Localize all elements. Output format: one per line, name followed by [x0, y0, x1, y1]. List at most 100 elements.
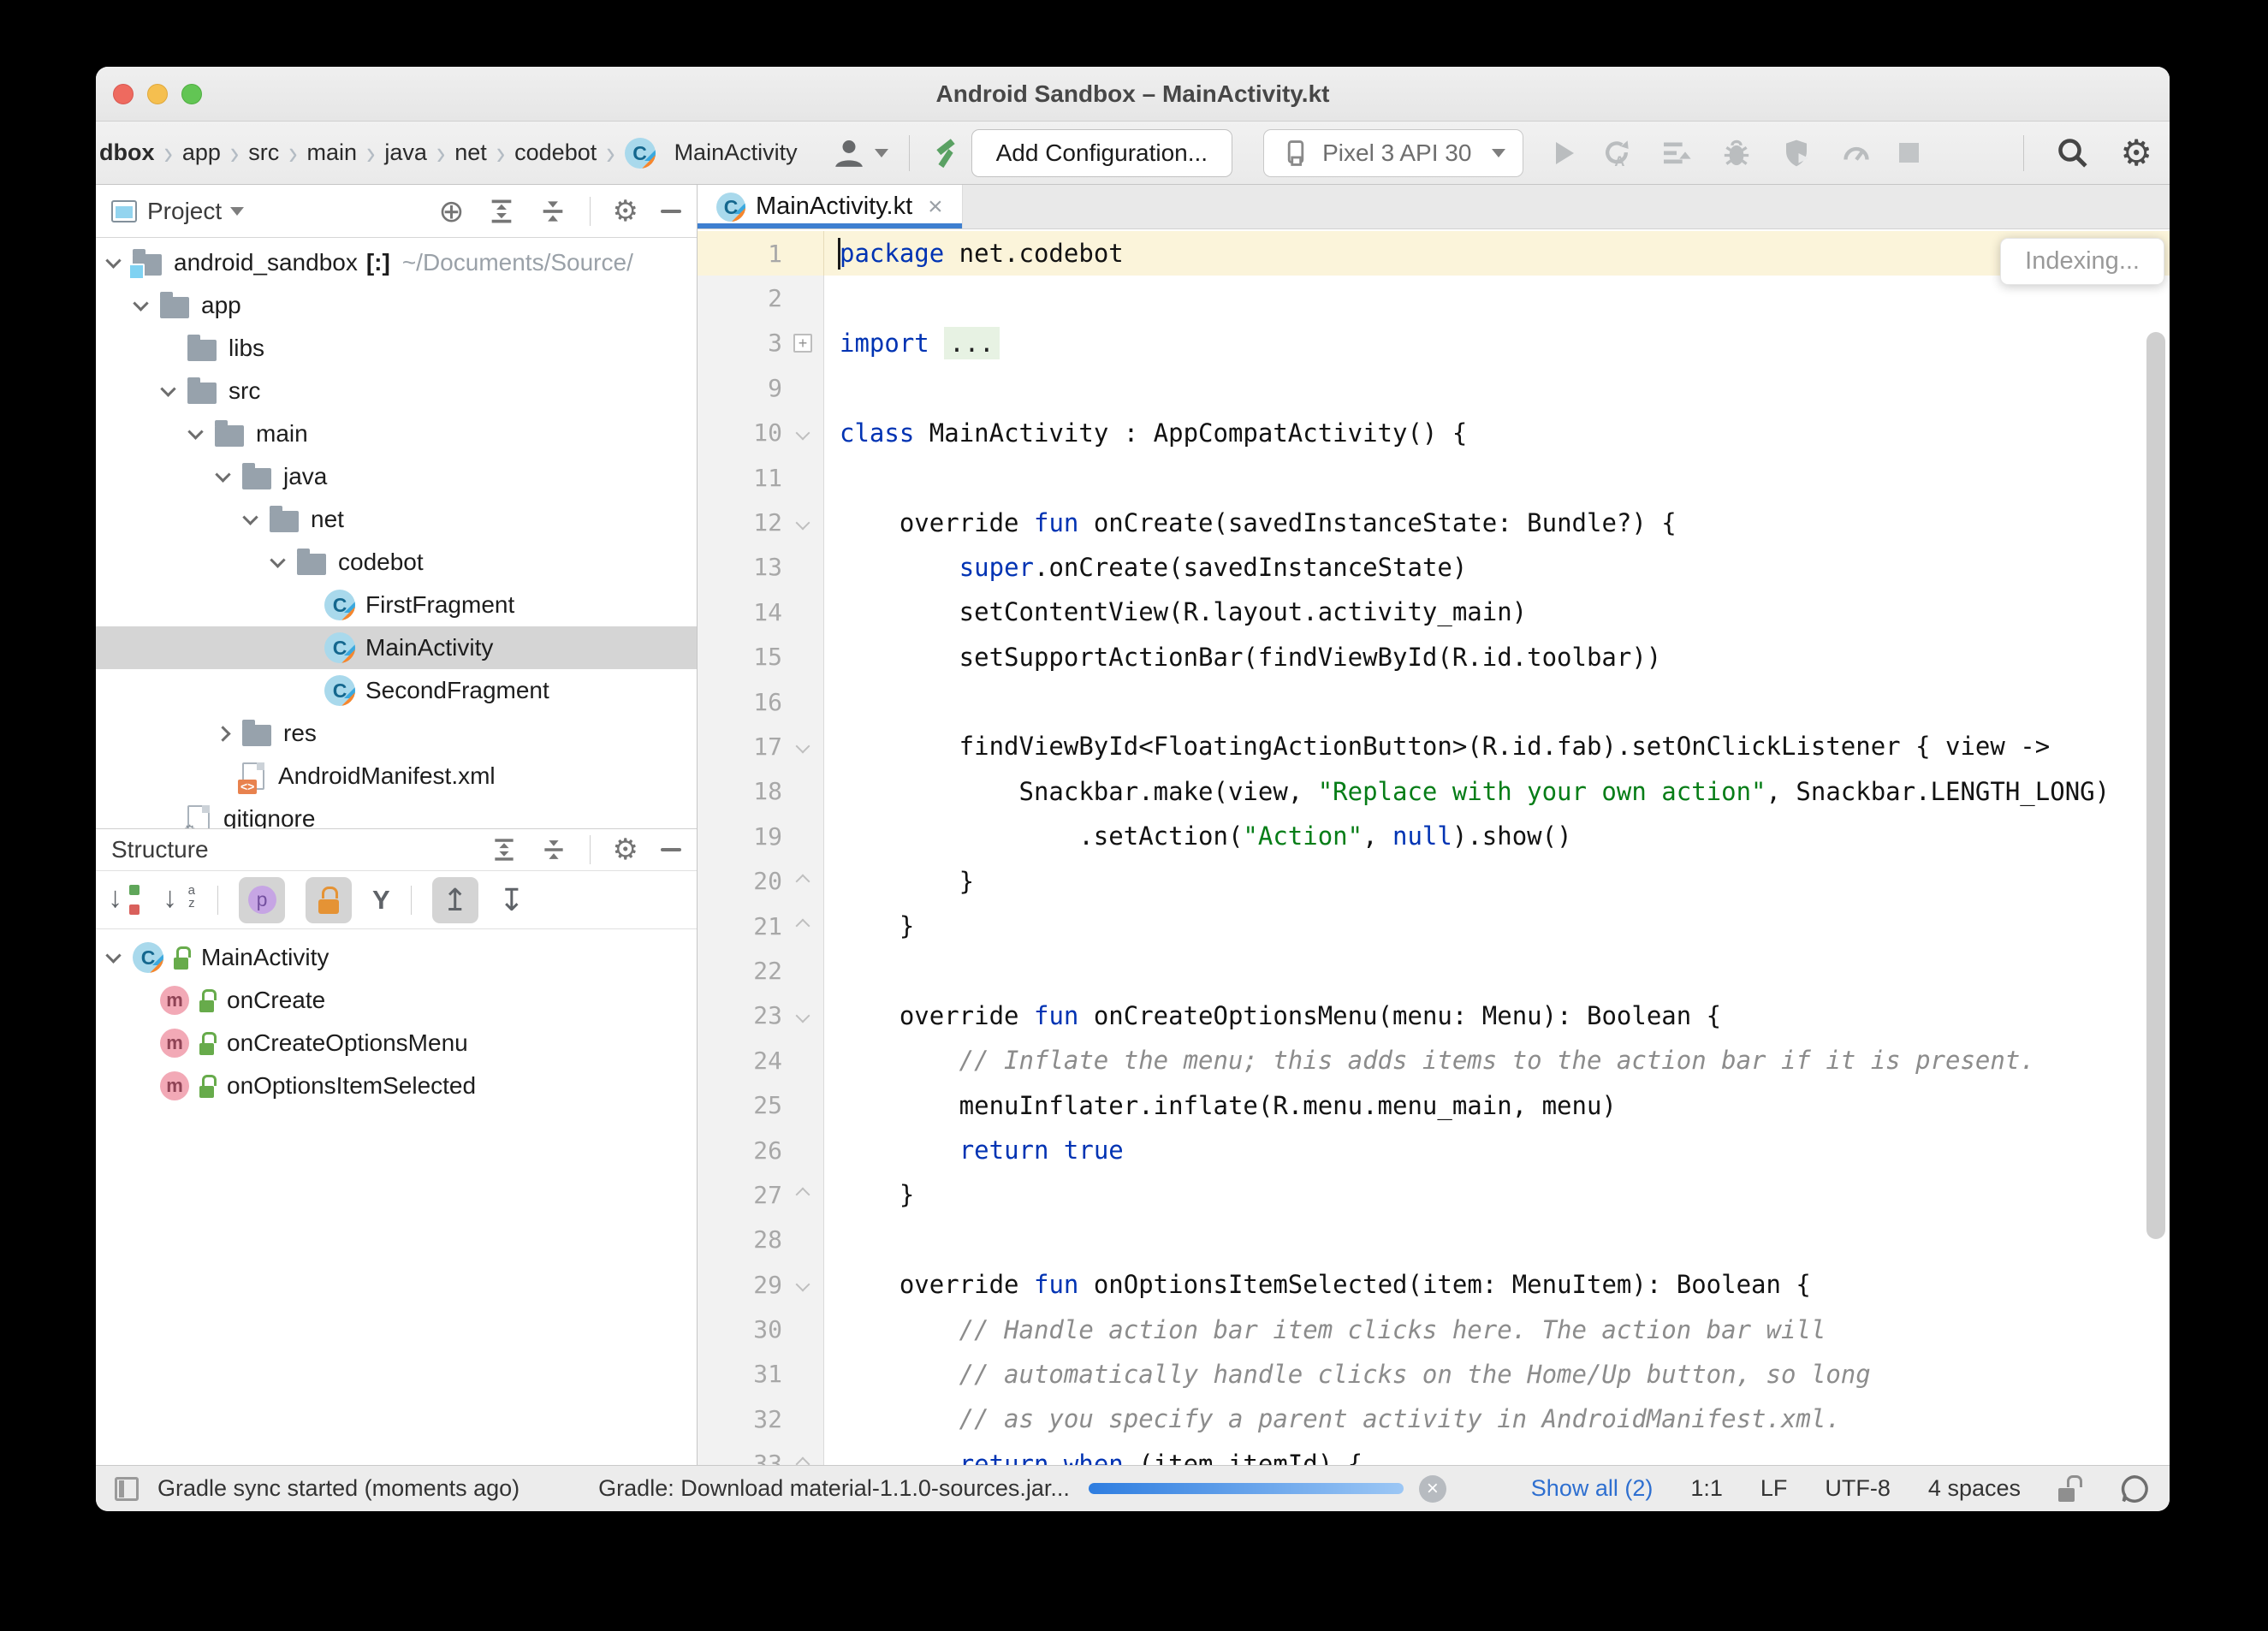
- project-item-app[interactable]: app: [96, 284, 697, 327]
- editor-scrollbar[interactable]: [2146, 332, 2165, 1239]
- project-item-libs[interactable]: libs: [96, 327, 697, 370]
- fold-plus-icon[interactable]: +: [793, 334, 812, 353]
- code-text[interactable]: [824, 365, 2170, 410]
- expand-all-icon[interactable]: [487, 197, 516, 226]
- code-text[interactable]: // as you specify a parent activity in A…: [824, 1397, 2170, 1441]
- code-text[interactable]: return when (item.itemId) {: [824, 1442, 2170, 1465]
- code-text[interactable]: }: [824, 858, 2170, 903]
- chevron-down-icon[interactable]: [105, 947, 121, 963]
- hammer-icon[interactable]: [930, 135, 966, 171]
- code-text[interactable]: return true: [824, 1128, 2170, 1172]
- apply-changes-icon[interactable]: [1659, 136, 1694, 170]
- indent-widget[interactable]: 4 spaces: [1928, 1475, 2021, 1502]
- code-text[interactable]: [824, 276, 2170, 320]
- rerun-icon[interactable]: A: [1600, 136, 1634, 170]
- chevron-down-icon[interactable]: [215, 466, 230, 482]
- fold-up-icon[interactable]: [796, 1188, 810, 1202]
- code-text[interactable]: package net.codebot: [824, 231, 2170, 276]
- breadcrumb-item-dbox[interactable]: dbox: [99, 139, 155, 166]
- expand-all-icon[interactable]: [490, 836, 518, 863]
- code-text[interactable]: override fun onCreate(savedInstanceState…: [824, 500, 2170, 544]
- search-icon[interactable]: [2055, 135, 2091, 171]
- code-text[interactable]: class MainActivity : AppCompatActivity()…: [824, 411, 2170, 455]
- project-item-gitignore[interactable]: gitignore: [96, 798, 697, 828]
- breadcrumb-item-net[interactable]: net: [454, 139, 487, 166]
- project-item-net[interactable]: net: [96, 498, 697, 541]
- fold-down-icon[interactable]: [796, 515, 810, 530]
- stop-icon[interactable]: [1899, 143, 1919, 163]
- project-item-android-sandbox[interactable]: android_sandbox[:]~/Documents/Source/: [96, 241, 697, 284]
- project-item-mainactivity[interactable]: CMainActivity: [96, 626, 697, 669]
- code-text[interactable]: import ...: [824, 321, 2170, 365]
- gear-icon[interactable]: ⚙: [613, 835, 638, 864]
- fold-down-icon[interactable]: [796, 1008, 810, 1023]
- breadcrumb-item-main[interactable]: main: [307, 139, 358, 166]
- show-all-link[interactable]: Show all (2): [1531, 1475, 1654, 1502]
- sort-alphabetically-icon[interactable]: ↓az: [163, 883, 197, 917]
- code-text[interactable]: // Handle action bar item clicks here. T…: [824, 1307, 2170, 1351]
- collapse-all-icon[interactable]: [540, 836, 567, 863]
- sort-by-visibility-icon[interactable]: ↓: [108, 883, 142, 917]
- show-properties-icon[interactable]: p: [239, 877, 285, 923]
- progress-close-icon[interactable]: ×: [1419, 1475, 1446, 1503]
- code-text[interactable]: override fun onOptionsItemSelected(item:…: [824, 1262, 2170, 1307]
- hide-panel-icon[interactable]: [661, 848, 681, 851]
- code-text[interactable]: // Inflate the menu; this adds items to …: [824, 1038, 2170, 1082]
- code-text[interactable]: [824, 1218, 2170, 1262]
- line-separator-widget[interactable]: LF: [1760, 1475, 1788, 1502]
- chevron-down-icon[interactable]: [105, 252, 121, 268]
- breadcrumb-item-app[interactable]: app: [182, 139, 221, 166]
- profiler-icon[interactable]: [1839, 136, 1873, 170]
- breadcrumb-item-codebot[interactable]: codebot: [514, 139, 597, 166]
- chevron-down-icon[interactable]: [230, 207, 244, 216]
- code-text[interactable]: findViewById<FloatingActionButton>(R.id.…: [824, 724, 2170, 768]
- structure-item-oncreate[interactable]: monCreate: [96, 979, 697, 1022]
- debug-icon[interactable]: [1719, 136, 1754, 170]
- code-text[interactable]: [824, 948, 2170, 993]
- project-panel-title[interactable]: Project: [147, 198, 222, 225]
- caret-position-widget[interactable]: 1:1: [1690, 1475, 1723, 1502]
- notifications-icon[interactable]: [2118, 1473, 2151, 1505]
- tab-mainactivity[interactable]: C MainActivity.kt ×: [698, 185, 963, 228]
- fold-up-icon[interactable]: [796, 874, 810, 888]
- project-item-secondfragment[interactable]: CSecondFragment: [96, 669, 697, 712]
- code-text[interactable]: [824, 455, 2170, 500]
- code-text[interactable]: menuInflater.inflate(R.menu.menu_main, m…: [824, 1082, 2170, 1127]
- structure-item-oncreateoptionsmenu[interactable]: monCreateOptionsMenu: [96, 1022, 697, 1065]
- structure-item-onoptionsitemselected[interactable]: monOptionsItemSelected: [96, 1065, 697, 1107]
- breadcrumb-item-src[interactable]: src: [248, 139, 279, 166]
- scroll-from-source-icon[interactable]: ↧: [499, 885, 525, 916]
- breadcrumb-item-java[interactable]: java: [384, 139, 427, 166]
- scroll-to-source-icon[interactable]: ↥: [432, 877, 478, 923]
- fold-down-icon[interactable]: [796, 1278, 810, 1292]
- collapse-all-icon[interactable]: [538, 197, 567, 226]
- locate-icon[interactable]: ⊕: [438, 196, 464, 227]
- project-item-androidmanifest-xml[interactable]: AndroidManifest.xml: [96, 755, 697, 798]
- structure-item-mainactivity[interactable]: CMainActivity: [96, 936, 697, 979]
- code-text[interactable]: setContentView(R.layout.activity_main): [824, 590, 2170, 634]
- project-item-res[interactable]: res: [96, 712, 697, 755]
- chevron-down-icon[interactable]: [133, 295, 148, 311]
- code-text[interactable]: super.onCreate(savedInstanceState): [824, 545, 2170, 590]
- unlock-icon[interactable]: [2058, 1475, 2081, 1503]
- chevron-down-icon[interactable]: [242, 509, 258, 525]
- project-item-codebot[interactable]: codebot: [96, 541, 697, 584]
- fold-down-icon[interactable]: [796, 425, 810, 440]
- add-configuration-button[interactable]: Add Configuration...: [971, 129, 1233, 177]
- project-item-src[interactable]: src: [96, 370, 697, 412]
- inherited-icon[interactable]: Y: [372, 885, 390, 916]
- fold-down-icon[interactable]: [796, 739, 810, 754]
- folded-imports-region[interactable]: ...: [944, 327, 999, 359]
- close-icon[interactable]: ×: [928, 193, 943, 222]
- hide-panel-icon[interactable]: [661, 210, 681, 213]
- breadcrumb-item-class[interactable]: C MainActivity: [625, 138, 798, 169]
- fold-up-icon[interactable]: [796, 1456, 810, 1465]
- gear-icon[interactable]: ⚙: [2120, 135, 2152, 171]
- play-icon[interactable]: [1556, 142, 1574, 164]
- profile-icon[interactable]: [1779, 136, 1814, 170]
- fold-up-icon[interactable]: [796, 919, 810, 934]
- chevron-down-icon[interactable]: [160, 381, 175, 396]
- code-text[interactable]: // automatically handle clicks on the Ho…: [824, 1352, 2170, 1397]
- project-item-java[interactable]: java: [96, 455, 697, 498]
- gear-icon[interactable]: ⚙: [613, 197, 638, 226]
